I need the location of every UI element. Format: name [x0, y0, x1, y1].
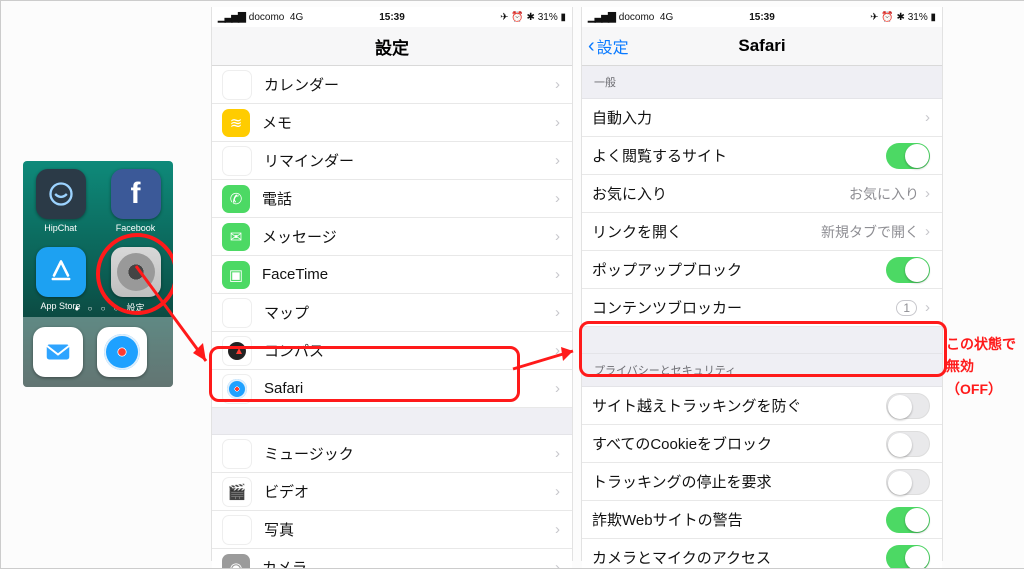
row-frequently-visited[interactable]: よく閲覧するサイト: [582, 137, 942, 175]
page-title: Safari: [738, 36, 785, 56]
mail-icon[interactable]: [33, 327, 83, 377]
toggle-on[interactable]: [886, 143, 930, 169]
section-gap: [582, 327, 942, 354]
status-bar: ▁▃▅▇docomo 4G 15:39 ✈ ⏰ ✱ 31% ▮: [212, 7, 572, 27]
toggle-off[interactable]: [886, 431, 930, 457]
facetime-icon: ▣: [222, 261, 250, 289]
section-header-general: 一般: [582, 66, 942, 99]
row-favorites[interactable]: お気に入りお気に入り›: [582, 175, 942, 213]
row-maps[interactable]: ➤マップ›: [212, 294, 572, 332]
app-facebook[interactable]: f Facebook: [107, 169, 165, 233]
hipchat-icon: [36, 169, 86, 219]
row-messages[interactable]: ✉メッセージ›: [212, 218, 572, 256]
photos-icon: ✿: [222, 515, 252, 545]
settings-list: ▦カレンダー› ≋メモ› ⦿リマインダー› ✆電話› ✉メッセージ› ▣Face…: [212, 66, 572, 569]
page-title: 設定: [375, 34, 409, 59]
row-block-cookies[interactable]: すべてのCookieをブロック: [582, 425, 942, 463]
section-header-privacy: プライバシーとセキュリティ: [582, 354, 942, 387]
row-facetime[interactable]: ▣FaceTime›: [212, 256, 572, 294]
chevron-right-icon: ›: [555, 445, 560, 462]
row-calendar[interactable]: ▦カレンダー›: [212, 66, 572, 104]
chevron-right-icon: ›: [555, 228, 560, 245]
chevron-right-icon: ›: [555, 483, 560, 500]
navbar: 設定: [212, 27, 572, 66]
settings-icon: [111, 247, 161, 297]
row-popup-block[interactable]: ポップアップブロック: [582, 251, 942, 289]
toggle-on[interactable]: [886, 507, 930, 533]
facebook-icon: f: [111, 169, 161, 219]
chevron-right-icon: ›: [555, 266, 560, 283]
chevron-right-icon: ›: [555, 521, 560, 538]
toggle-off[interactable]: [886, 469, 930, 495]
row-camera-mic[interactable]: カメラとマイクのアクセス: [582, 539, 942, 569]
row-video[interactable]: 🎬ビデオ›: [212, 473, 572, 511]
calendar-icon: ▦: [222, 70, 252, 100]
app-label: Facebook: [116, 223, 156, 233]
status-time: 15:39: [212, 12, 572, 23]
safari-settings-list: 一般 自動入力› よく閲覧するサイト お気に入りお気に入り› リンクを開く新規タ…: [582, 66, 942, 569]
dock: [23, 317, 173, 387]
safari-icon: [222, 374, 252, 404]
chevron-right-icon: ›: [925, 185, 930, 202]
row-photos[interactable]: ✿写真›: [212, 511, 572, 549]
chevron-right-icon: ›: [555, 342, 560, 359]
back-button[interactable]: ‹設定: [588, 34, 629, 58]
chevron-right-icon: ›: [555, 190, 560, 207]
row-dnt[interactable]: トラッキングの停止を要求: [582, 463, 942, 501]
reminders-icon: ⦿: [222, 146, 252, 176]
chevron-right-icon: ›: [925, 299, 930, 316]
messages-icon: ✉: [222, 223, 250, 251]
row-cross-site-tracking[interactable]: サイト越えトラッキングを防ぐ: [582, 387, 942, 425]
row-safari[interactable]: Safari›: [212, 370, 572, 408]
toggle-on[interactable]: [886, 257, 930, 283]
row-open-links[interactable]: リンクを開く新規タブで開く›: [582, 213, 942, 251]
status-time: 15:39: [582, 12, 942, 23]
row-content-blocker[interactable]: コンテンツブロッカー1›: [582, 289, 942, 327]
page-dots: ● ○ ○ ○: [23, 304, 173, 313]
phone-icon: ✆: [222, 185, 250, 213]
chevron-right-icon: ›: [925, 109, 930, 126]
chevron-right-icon: ›: [555, 152, 560, 169]
chevron-right-icon: ›: [555, 304, 560, 321]
chevron-right-icon: ›: [555, 76, 560, 93]
count-badge: 1: [896, 300, 917, 316]
safari-dock-icon[interactable]: [97, 327, 147, 377]
app-label: HipChat: [44, 223, 77, 233]
row-autofill[interactable]: 自動入力›: [582, 99, 942, 137]
chevron-right-icon: ›: [555, 114, 560, 131]
row-music[interactable]: ♫ミュージック›: [212, 435, 572, 473]
chevron-right-icon: ›: [925, 223, 930, 240]
video-icon: 🎬: [222, 477, 252, 507]
appstore-icon: [36, 247, 86, 297]
row-compass[interactable]: コンパス›: [212, 332, 572, 370]
toggle-on[interactable]: [886, 545, 930, 569]
app-hipchat[interactable]: HipChat: [32, 169, 90, 233]
navbar: ‹設定 Safari: [582, 27, 942, 66]
tutorial-canvas: { "status": { "carrier": "docomo", "net"…: [0, 0, 1024, 569]
settings-phone: ▁▃▅▇docomo 4G 15:39 ✈ ⏰ ✱ 31% ▮ 設定 ▦カレンダ…: [211, 7, 573, 561]
row-memo[interactable]: ≋メモ›: [212, 104, 572, 142]
status-bar: ▁▃▅▇docomo 4G 15:39 ✈ ⏰ ✱ 31% ▮: [582, 7, 942, 27]
row-fraud-warning[interactable]: 詐欺Webサイトの警告: [582, 501, 942, 539]
maps-icon: ➤: [222, 298, 252, 328]
compass-icon: [222, 336, 252, 366]
section-gap: [212, 408, 572, 435]
chevron-left-icon: ‹: [588, 36, 595, 56]
chevron-right-icon: ›: [555, 380, 560, 397]
home-screen-snippet: HipChat f Facebook App Store 設定 ● ○ ○ ○: [23, 161, 173, 387]
music-icon: ♫: [222, 439, 252, 469]
row-reminders[interactable]: ⦿リマインダー›: [212, 142, 572, 180]
annotation-text: この状態で無効 （OFF）: [946, 333, 1024, 400]
toggle-off[interactable]: [886, 393, 930, 419]
row-camera[interactable]: ◉カメラ›: [212, 549, 572, 569]
safari-settings-phone: ▁▃▅▇docomo 4G 15:39 ✈ ⏰ ✱ 31% ▮ ‹設定 Safa…: [581, 7, 943, 561]
row-phone[interactable]: ✆電話›: [212, 180, 572, 218]
notes-icon: ≋: [222, 109, 250, 137]
chevron-right-icon: ›: [555, 559, 560, 569]
